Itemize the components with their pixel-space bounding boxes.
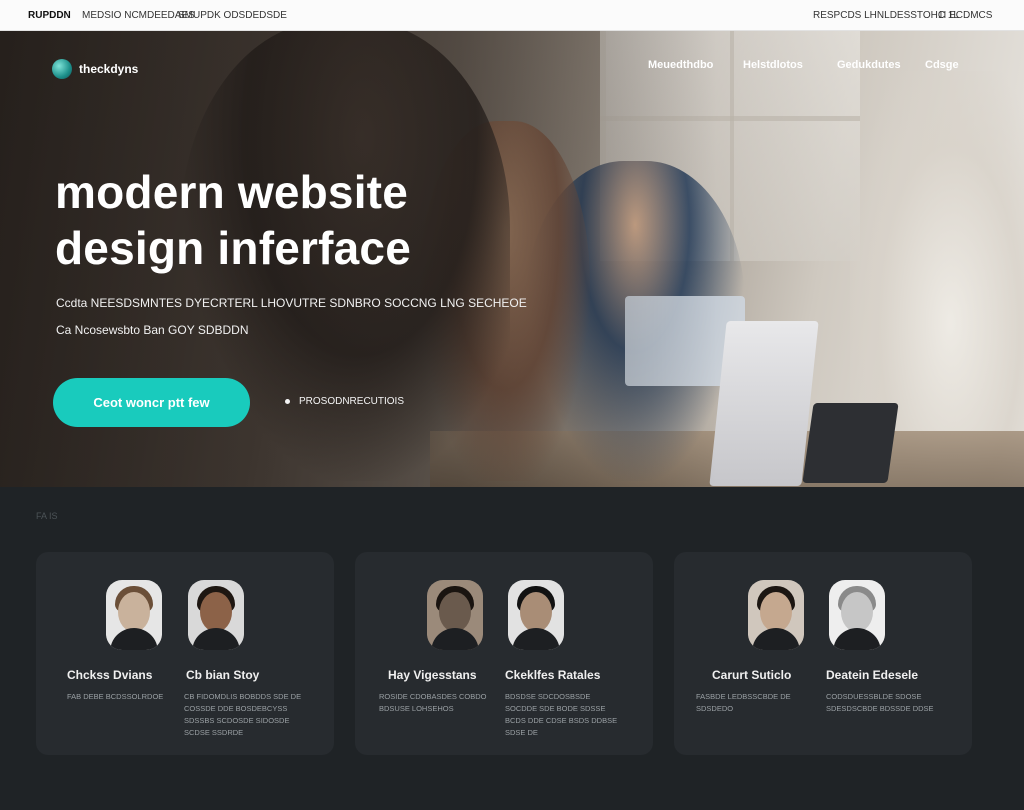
avatar <box>427 580 483 650</box>
hero-subtitle-line-1: Ccdta NEESDSMNTES DYECRTERL LHOVUTRE SDN… <box>56 296 527 310</box>
member-name: Ckeklfes Ratales <box>505 668 601 682</box>
nav-item-2[interactable]: Helstdlotos <box>743 59 803 71</box>
cta-button[interactable]: Ceot woncr ptt few <box>53 378 250 427</box>
member-name: Chckss Dvians <box>67 668 153 682</box>
member-name: Deatein Edesele <box>826 668 919 682</box>
avatar <box>106 580 162 650</box>
nav-item-1[interactable]: Meuedthdbo <box>648 59 713 71</box>
team-card: Hay Vigesstans Ckeklfes Ratales ROSIDE C… <box>355 552 653 755</box>
nav-item-4[interactable]: Cdsge <box>925 59 959 71</box>
member-bio: ROSIDE CDOBASDES COBDO BDSUSE LOHSEHOS <box>379 692 487 713</box>
member-bio: FAB DEBE BCDSSOLRDOE <box>67 692 164 701</box>
member-name: Hay Vigesstans <box>388 668 477 682</box>
avatar <box>748 580 804 650</box>
team-card: Carurt Suticlo Deatein Edesele FASBDE LE… <box>674 552 972 755</box>
hero-headline: modern website design inferface <box>55 164 411 276</box>
avatar <box>188 580 244 650</box>
hero-headline-line-2: design inferface <box>55 222 411 274</box>
logo-globe-icon[interactable] <box>52 59 72 79</box>
bullet-dot-icon <box>285 398 290 404</box>
section-label: FA IS <box>36 511 58 521</box>
secondary-link-label: PROSODNRECUTIOIS <box>299 396 405 407</box>
avatar <box>508 580 564 650</box>
logo-text[interactable]: theckdyns <box>79 62 138 76</box>
hero-section: theckdyns Meuedthdbo Helstdlotos Gedukdu… <box>0 31 1024 487</box>
top-link-2[interactable]: SMUPDK ODSDEDSDE <box>178 10 287 21</box>
top-brand[interactable]: RUPDDN <box>28 10 71 21</box>
member-bio: CB FIDOMDLIS BOBDDS SDE DE COSSDE DDE BO… <box>184 692 302 737</box>
hero-headline-line-1: modern website <box>55 166 408 218</box>
member-bio: CODSDUESSBLDE SDOSE SDESDSCBDE BDSSDE DD… <box>826 692 934 713</box>
member-name: Cb bian Stoy <box>186 668 260 682</box>
team-card: Chckss Dvians Cb bian Stoy FAB DEBE BCDS… <box>36 552 334 755</box>
member-bio: BDSDSE SDCDOSBSDE SOCDDE SDE BODE SDSSE … <box>505 692 618 737</box>
member-bio: FASBDE LEDBSSCBDE DE SDSDEDO <box>696 692 791 713</box>
avatar <box>829 580 885 650</box>
top-utility-bar: RUPDDN MEDSIO NCMDEEDAES SMUPDK ODSDEDSD… <box>0 0 1024 31</box>
secondary-link[interactable]: PROSODNRECUTIOIS <box>285 396 404 407</box>
top-link-4[interactable]: 1I ECDMCS <box>938 10 992 21</box>
hero-subtitle-line-2: Ca Ncosewsbto Ban GOY SDBDDN <box>56 323 249 337</box>
nav-item-3[interactable]: Gedukdutes <box>837 59 901 71</box>
member-name: Carurt Suticlo <box>712 668 792 682</box>
